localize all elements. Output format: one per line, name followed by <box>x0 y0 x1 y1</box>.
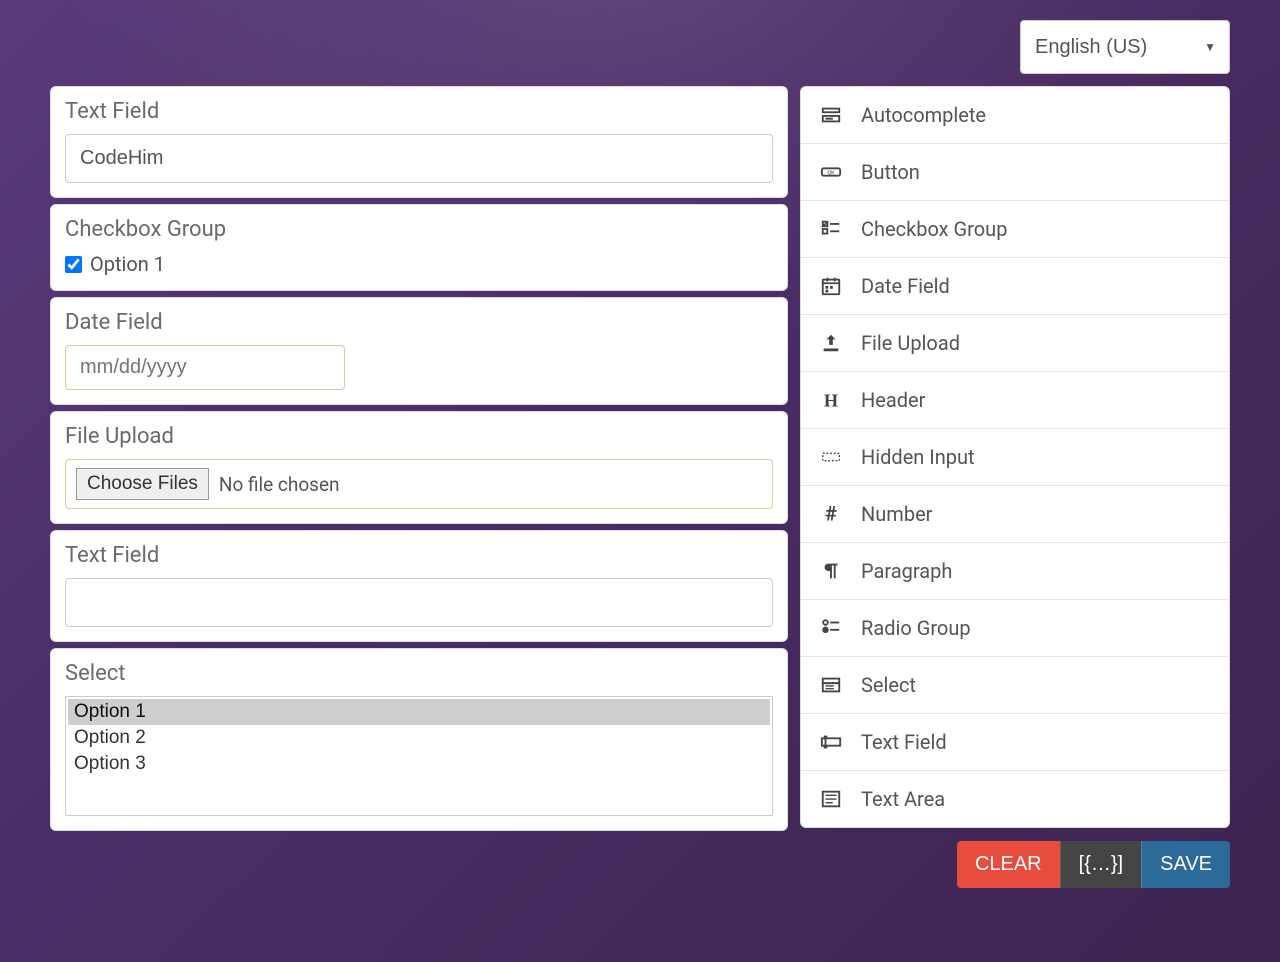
palette-item-label: Paragraph <box>861 559 952 583</box>
autocomplete-icon <box>819 104 843 126</box>
palette-item-radio[interactable]: Radio Group <box>801 600 1229 657</box>
file-status: No file chosen <box>219 473 340 496</box>
palette-item-label: Radio Group <box>861 616 971 640</box>
palette-item-hidden[interactable]: Hidden Input <box>801 429 1229 486</box>
number-icon: # <box>819 503 843 525</box>
json-button[interactable]: [{…}] <box>1060 841 1141 888</box>
palette-item-label: Checkbox Group <box>861 217 1007 241</box>
form-canvas: Text Field Checkbox Group Option 1 Date … <box>50 86 788 831</box>
palette-item-select[interactable]: Select <box>801 657 1229 714</box>
field-label: Checkbox Group <box>65 217 773 242</box>
upload-icon <box>819 332 843 354</box>
checkbox-icon <box>819 218 843 240</box>
button-icon: OK <box>819 161 843 183</box>
palette-item-textarea[interactable]: Text Area <box>801 771 1229 827</box>
select-input[interactable]: Option 1 Option 2 Option 3 <box>65 696 773 816</box>
save-button[interactable]: SAVE <box>1141 841 1230 888</box>
action-bar: CLEAR [{…}] SAVE <box>50 841 1230 888</box>
palette-item-autocomplete[interactable]: Autocomplete <box>801 87 1229 144</box>
text-input[interactable] <box>65 578 773 627</box>
field-date[interactable]: Date Field <box>50 297 788 405</box>
field-text-2[interactable]: Text Field <box>50 530 788 642</box>
palette-item-label: Date Field <box>861 274 950 298</box>
palette-item-date[interactable]: Date Field <box>801 258 1229 315</box>
palette-item-label: Header <box>861 388 925 412</box>
field-label: Date Field <box>65 310 773 335</box>
date-input[interactable] <box>65 345 345 390</box>
palette-item-textfield[interactable]: Text Field <box>801 714 1229 771</box>
palette-item-label: Autocomplete <box>861 103 986 127</box>
language-select[interactable]: English (US) <box>1020 20 1230 74</box>
palette-item-label: Button <box>861 160 920 184</box>
checkbox-input[interactable] <box>65 256 82 273</box>
header-icon: H <box>819 389 843 411</box>
date-icon <box>819 275 843 297</box>
field-file-upload[interactable]: File Upload Choose Files No file chosen <box>50 411 788 524</box>
text-input[interactable] <box>65 134 773 183</box>
palette-item-header[interactable]: H Header <box>801 372 1229 429</box>
palette-item-upload[interactable]: File Upload <box>801 315 1229 372</box>
clear-button[interactable]: CLEAR <box>957 841 1060 888</box>
palette-item-label: Select <box>861 673 916 697</box>
select-icon <box>819 674 843 696</box>
palette-item-number[interactable]: # Number <box>801 486 1229 543</box>
checkbox-option[interactable]: Option 1 <box>65 252 773 276</box>
palette-item-label: Text Field <box>861 730 947 754</box>
field-label: Select <box>65 661 773 686</box>
field-select[interactable]: Select Option 1 Option 2 Option 3 <box>50 648 788 831</box>
select-option[interactable]: Option 2 <box>68 725 770 751</box>
palette-item-paragraph[interactable]: Paragraph <box>801 543 1229 600</box>
checkbox-label: Option 1 <box>90 252 165 276</box>
field-checkbox-group[interactable]: Checkbox Group Option 1 <box>50 204 788 291</box>
palette-item-label: Text Area <box>861 787 945 811</box>
component-palette: Autocomplete OK Button Checkbox Group Date F… <box>800 86 1230 828</box>
field-label: File Upload <box>65 424 773 449</box>
svg-text:OK: OK <box>827 170 835 176</box>
field-label: Text Field <box>65 543 773 568</box>
palette-item-label: File Upload <box>861 331 960 355</box>
field-label: Text Field <box>65 99 773 124</box>
paragraph-icon <box>819 560 843 582</box>
file-input-row: Choose Files No file chosen <box>65 459 773 509</box>
hidden-icon <box>819 446 843 468</box>
textarea-icon <box>819 788 843 810</box>
svg-text:H: H <box>824 390 838 410</box>
radio-icon <box>819 617 843 639</box>
palette-item-checkbox[interactable]: Checkbox Group <box>801 201 1229 258</box>
svg-text:#: # <box>825 503 837 525</box>
field-text-1[interactable]: Text Field <box>50 86 788 198</box>
textfield-icon <box>819 731 843 753</box>
palette-item-label: Number <box>861 502 932 526</box>
palette-item-button[interactable]: OK Button <box>801 144 1229 201</box>
select-option[interactable]: Option 3 <box>68 751 770 777</box>
select-option[interactable]: Option 1 <box>68 699 770 725</box>
palette-item-label: Hidden Input <box>861 445 975 469</box>
choose-files-button[interactable]: Choose Files <box>76 468 209 500</box>
